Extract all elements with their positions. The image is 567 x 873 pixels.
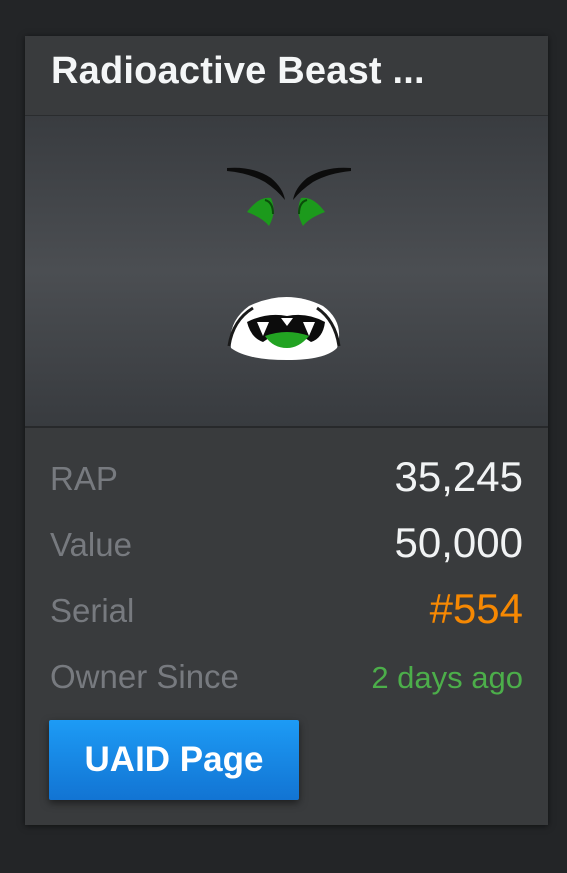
serial-row: Serial #554 <box>50 585 523 642</box>
item-card: Radioactive Beast ... RAP 35,245 Value 5… <box>25 36 548 825</box>
card-header: Radioactive Beast ... <box>25 36 548 116</box>
owner-since-value: 2 days ago <box>371 660 523 695</box>
serial-value: #554 <box>429 585 523 632</box>
right-eyebrow <box>293 167 351 200</box>
item-thumbnail[interactable] <box>25 116 548 428</box>
rap-value: 35,245 <box>394 453 523 500</box>
serial-label: Serial <box>50 592 135 629</box>
left-eyebrow <box>227 167 285 200</box>
mouth <box>227 297 341 360</box>
owner-since-label: Owner Since <box>50 658 239 695</box>
rap-row: RAP 35,245 <box>50 453 523 510</box>
value-label: Value <box>50 526 132 563</box>
value-value: 50,000 <box>394 519 523 566</box>
value-row: Value 50,000 <box>50 519 523 576</box>
uaid-page-button[interactable]: UAID Page <box>49 720 299 800</box>
rap-label: RAP <box>50 460 118 497</box>
radioactive-beast-face-image <box>227 167 351 360</box>
item-title[interactable]: Radioactive Beast ... <box>51 50 531 93</box>
owner-since-row: Owner Since 2 days ago <box>50 658 523 708</box>
